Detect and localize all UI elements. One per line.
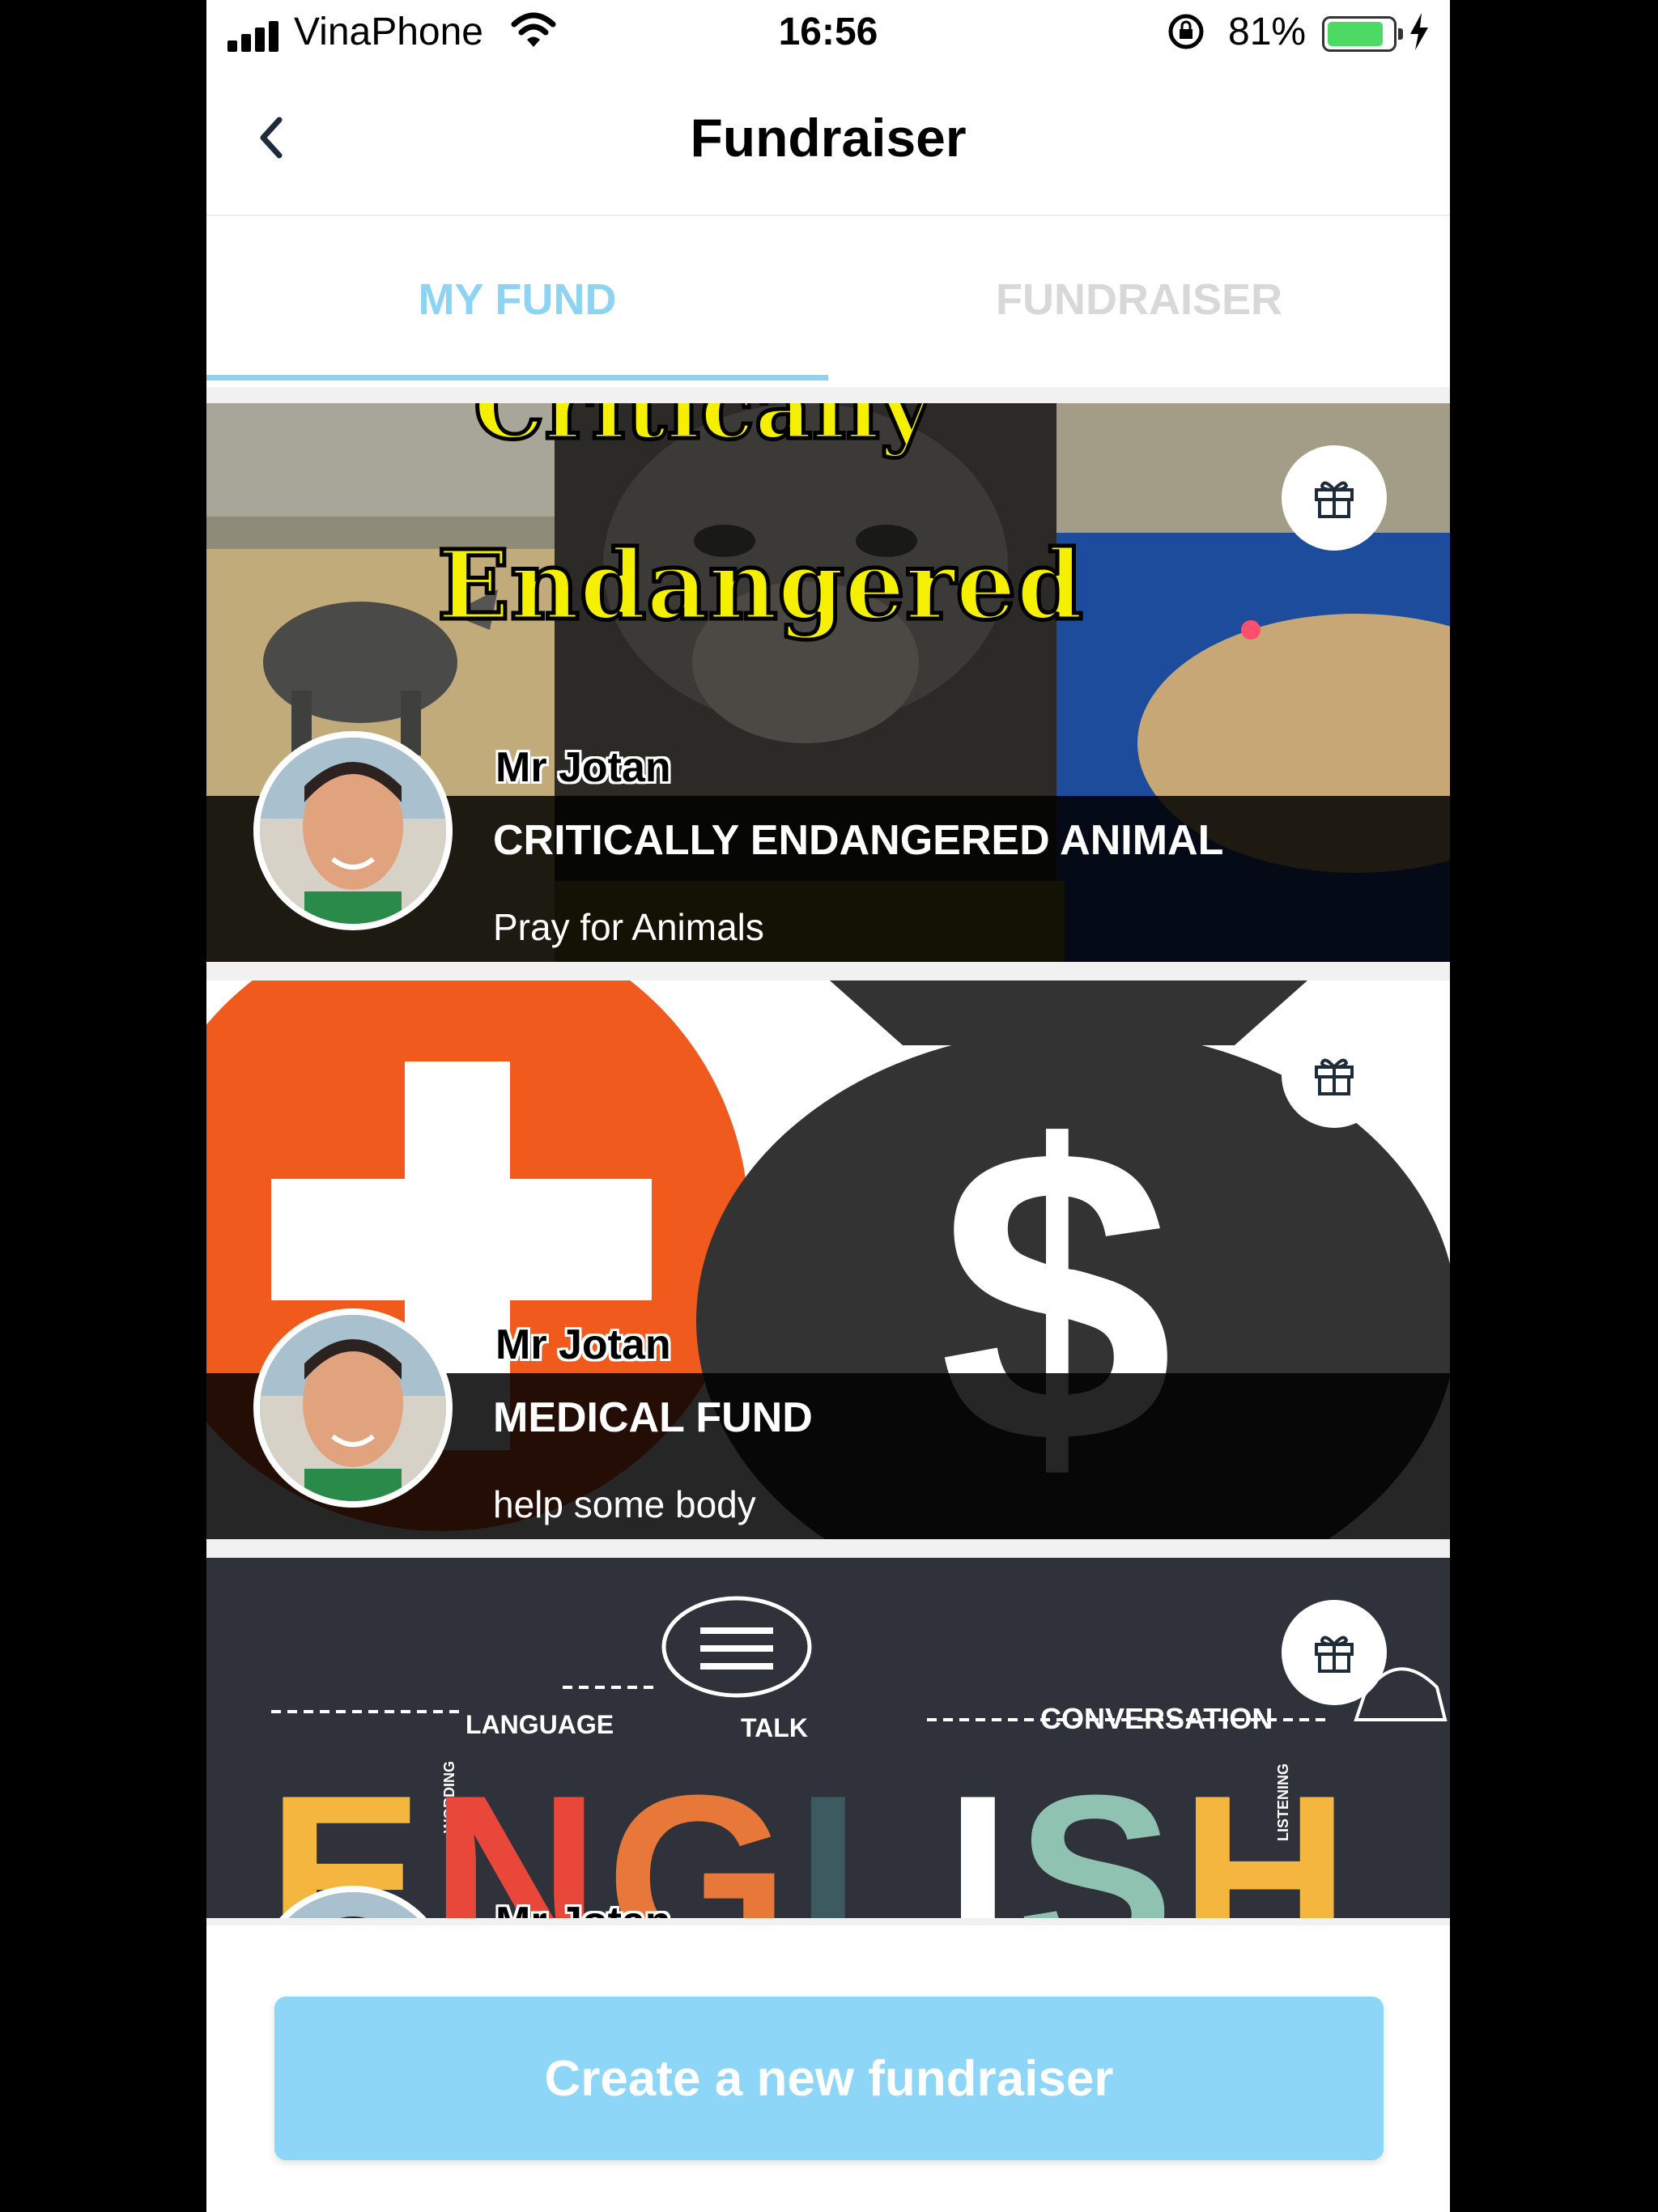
charging-bolt-icon: [1410, 13, 1428, 50]
person-photo: [260, 738, 446, 924]
banner-word-conversation: CONVERSATION: [1040, 1702, 1273, 1735]
avatar: [253, 1308, 453, 1508]
page-title: Fundraiser: [690, 108, 967, 168]
fund-title: CRITICALLY ENDANGERED ANIMAL: [493, 817, 1224, 864]
tab-bar: MY FUND FUNDRAISER: [206, 215, 1450, 381]
letter-n: N: [430, 1746, 600, 1918]
gift-button[interactable]: [1282, 445, 1387, 551]
gift-button[interactable]: [1282, 1023, 1387, 1128]
person-photo: [260, 1315, 446, 1501]
banner-text-endangered: Endangered: [436, 527, 1086, 644]
letter-i: I: [945, 1746, 1011, 1918]
status-bar: VinaPhone 16:56 81%: [206, 0, 1450, 73]
fund-owner-name: Mr Jotan: [495, 1898, 671, 1918]
tab-my-fund[interactable]: MY FUND: [206, 215, 828, 381]
english-letters: ENGLISH: [267, 1760, 1350, 1918]
battery-icon: [1322, 16, 1403, 52]
fund-description: Pray for Animals: [493, 906, 764, 948]
fund-owner-name: Mr Jotan: [495, 744, 671, 791]
letter-l: L: [795, 1746, 939, 1918]
battery-percent: 81%: [1228, 11, 1307, 53]
letter-s: S: [1017, 1746, 1174, 1918]
letter-h: H: [1180, 1746, 1350, 1918]
fund-owner-name: Mr Jotan: [495, 1321, 671, 1368]
gift-button[interactable]: [1282, 1600, 1387, 1705]
avatar: [253, 731, 453, 930]
banner-word-language: LANGUAGE: [466, 1710, 614, 1739]
fund-list[interactable]: Critically Endangered Mr Jotan CRITICALL…: [206, 387, 1450, 1925]
active-tab-indicator: [206, 375, 828, 381]
fund-card[interactable]: $ Mr Jotan MEDICAL FUND help some body: [206, 981, 1450, 1539]
rotation-lock-icon: [1168, 14, 1204, 49]
banner-text-critically: Critically: [472, 403, 934, 462]
phone-screen: VinaPhone 16:56 81% Fundraiser MY FUND F…: [206, 0, 1450, 2212]
letter-g: G: [606, 1746, 789, 1918]
fund-description: help some body: [493, 1483, 756, 1525]
gift-icon: [1315, 1636, 1354, 1673]
create-fundraiser-button[interactable]: Create a new fundraiser: [274, 1997, 1384, 2160]
banner-word-talk: TALK: [741, 1713, 808, 1742]
tab-fundraiser[interactable]: FUNDRAISER: [828, 215, 1450, 381]
fund-title: MEDICAL FUND: [493, 1394, 813, 1441]
gift-icon: [1315, 481, 1354, 518]
gift-icon: [1315, 1058, 1354, 1095]
fund-card[interactable]: LANGUAGE TALK CONVERSATION WORDING LISTE…: [206, 1558, 1450, 1918]
fund-card[interactable]: Critically Endangered Mr Jotan CRITICALL…: [206, 403, 1450, 962]
navigation-bar: Fundraiser: [206, 73, 1450, 216]
